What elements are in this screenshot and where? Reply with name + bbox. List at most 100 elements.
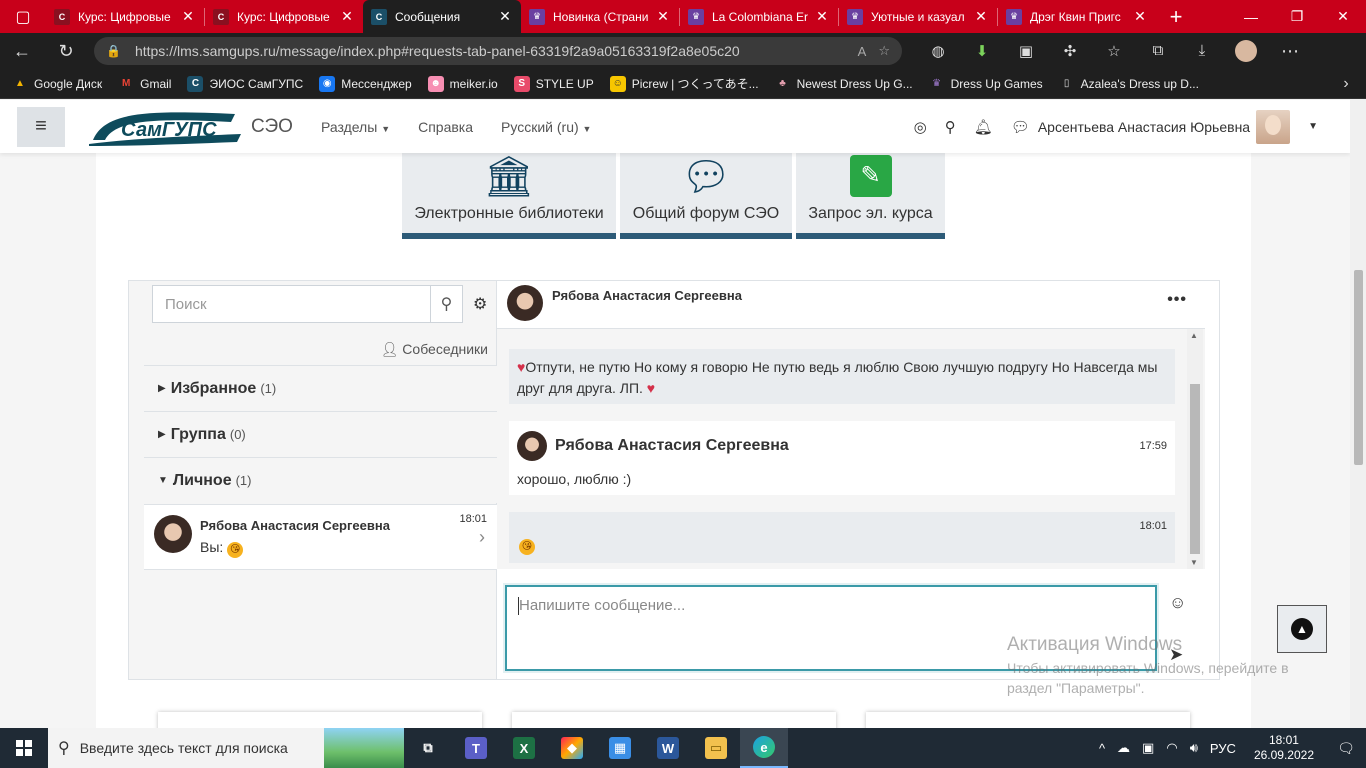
contacts-link[interactable]: 👤︎ Собеседники [381,341,488,358]
language-indicator[interactable]: РУС [1210,741,1236,756]
accessibility-eye-icon[interactable]: ◎ [914,118,927,136]
conversation-item[interactable]: Рябова Анастасия Сергеевна 18:01 Вы: 😘︎ … [144,504,497,570]
nav-language-dropdown[interactable]: Русский (ru) ▼ [501,119,591,135]
search-placeholder: Поиск [165,295,207,313]
restore-button[interactable]: ❐ [1274,0,1320,33]
page-scrollbar[interactable] [1350,100,1366,728]
user-name[interactable]: Арсентьева Анастасия Юрьевна [1038,119,1250,135]
gear-icon[interactable]: ⚙ [473,294,487,314]
drawer-toggle-button[interactable]: ≡ [17,106,65,147]
wifi-icon[interactable]: ◠ [1166,740,1177,756]
browser-tab-active[interactable]: С Сообщения ✕ [363,0,521,33]
globe-icon[interactable]: ◍ [916,42,960,60]
close-window-button[interactable]: ✕ [1320,0,1366,33]
browser-tab[interactable]: С Курс: Цифровые ✕ [46,0,204,33]
collections-extension-icon[interactable]: ▣ [1004,42,1048,60]
bookmarks-more-icon[interactable]: › [1326,75,1366,93]
emoji-picker-icon[interactable]: ☺ [1169,593,1186,613]
message-search-input[interactable]: Поиск [152,285,431,323]
chat-contact-name[interactable]: Рябова Анастасия Сергеевна [552,288,742,303]
minimize-button[interactable]: — [1228,0,1274,33]
add-favorite-icon[interactable]: ☆ [878,43,890,59]
scroll-up-icon[interactable]: ▲ [1190,331,1198,340]
browser-tab[interactable]: ♛ Новинка (Страни ✕ [521,0,679,33]
read-aloud-icon[interactable]: A [858,44,867,59]
word-icon[interactable]: W [644,728,692,768]
browser-tab[interactable]: ♛ La Colombiana Er ✕ [680,0,838,33]
tab-close-icon[interactable]: ✕ [339,8,355,25]
site-brand[interactable]: СЭО [251,116,293,138]
url-field[interactable]: 🔒 https://lms.samgups.ru/message/index.p… [94,37,902,65]
picrew-icon: ☺ [609,75,626,92]
browser-tab[interactable]: ♛ Уютные и казуал ✕ [839,0,997,33]
scrollbar-thumb[interactable] [1354,270,1363,465]
bookmark-item[interactable]: С ЭИОС СамГУПС [187,75,303,92]
teams-icon[interactable]: T [452,728,500,768]
task-view-icon[interactable]: ⧉ [404,728,452,768]
meet-now-icon[interactable]: ▣ [1142,740,1154,756]
bookmark-item[interactable]: ▲ Google Диск [12,76,102,92]
bookmark-item[interactable]: ▯ Azalea's Dress up D... [1059,76,1199,92]
contact-avatar[interactable] [507,285,543,321]
volume-icon[interactable]: 🔊︎ [1190,740,1198,756]
tile-forum[interactable]: 💬︎ Общий форум СЭО [620,153,792,239]
samgups-logo[interactable]: СамГУПС [85,108,243,146]
dressup-icon: ♣ [779,78,786,89]
bell-icon[interactable]: 🔔︎ [974,118,993,136]
download-extension-icon[interactable]: ⬇ [960,42,1004,60]
reload-button[interactable]: ↻ [44,33,88,69]
collections-icon[interactable]: ⧉ [1136,42,1180,60]
nav-help-link[interactable]: Справка [418,119,473,135]
new-tab-button[interactable]: + [1156,0,1196,33]
bookmark-item[interactable]: M Gmail [118,76,172,92]
network-warning-icon[interactable]: ☁ [1117,740,1130,756]
edge-icon[interactable]: e [740,728,788,768]
scroll-down-icon[interactable]: ▼ [1190,558,1198,567]
chevron-up-icon[interactable]: ^ [1099,741,1105,756]
tile-course-request[interactable]: ✎ Запрос эл. курса [796,153,945,239]
profile-avatar[interactable] [1235,40,1257,62]
caret-down-icon[interactable]: ▼ [1308,121,1318,132]
browser-tab[interactable]: ♛ Дрэг Квин Пригс ✕ [998,0,1156,33]
tab-close-icon[interactable]: ✕ [180,8,196,25]
file-explorer-icon[interactable]: ▭ [692,728,740,768]
user-avatar[interactable] [1256,109,1291,144]
excel-icon[interactable]: X [500,728,548,768]
photos-icon[interactable]: ▦ [596,728,644,768]
section-private[interactable]: ▼ Личное (1) [144,457,497,503]
tab-close-icon[interactable]: ✕ [497,8,513,25]
notification-center-icon[interactable]: 🗨︎ [1326,740,1366,757]
tab-actions-button[interactable]: ▢ [0,0,46,33]
extensions-icon[interactable]: ✣ [1048,42,1092,60]
search-icon[interactable]: ⚲ [945,118,956,136]
bookmark-item[interactable]: ♣ Newest Dress Up G... [775,76,912,92]
downloads-icon[interactable]: ⤓ [1180,42,1224,60]
message-bubble-icon[interactable]: 💬︎ [1011,118,1030,136]
section-starred[interactable]: ▶ Избранное (1) [144,365,497,411]
taskbar-search[interactable]: ⚲ Введите здесь текст для поиска [48,728,404,768]
section-group[interactable]: ▶ Группа (0) [144,411,497,457]
bookmark-item[interactable]: ☺ Picrew | つくってあそ... [609,75,759,92]
paint-icon[interactable]: ◆ [548,728,596,768]
chat-scrollbar[interactable]: ▲ ▼ [1187,329,1203,569]
browser-tab[interactable]: С Курс: Цифровые ✕ [205,0,363,33]
windows-activation-watermark: Активация Windows Чтобы активировать Win… [1007,634,1327,698]
settings-menu-button[interactable]: ⋯ [1268,33,1312,69]
bookmark-item[interactable]: ◉ Мессенджер [319,75,412,92]
tile-libraries[interactable]: 🏛︎ Электронные библиотеки [402,153,616,239]
favorites-icon[interactable]: ☆ [1092,42,1136,60]
nav-sections-dropdown[interactable]: Разделы ▼ [321,119,390,135]
tab-close-icon[interactable]: ✕ [973,8,989,25]
more-options-icon[interactable]: ••• [1167,291,1187,309]
tab-close-icon[interactable]: ✕ [1132,8,1148,25]
tab-close-icon[interactable]: ✕ [655,8,671,25]
bookmark-item[interactable]: ♛ Dress Up Games [929,76,1043,92]
bookmark-item[interactable]: ☻ meiker.io [427,75,498,92]
taskbar-clock[interactable]: 18:01 26.09.2022 [1254,733,1314,763]
search-button[interactable]: ⚲ [431,285,463,323]
start-button[interactable] [0,728,48,768]
back-button[interactable]: ← [0,33,44,69]
bookmark-item[interactable]: S STYLE UP [513,75,594,92]
tab-close-icon[interactable]: ✕ [814,8,830,25]
scrollbar-thumb[interactable] [1190,384,1200,554]
